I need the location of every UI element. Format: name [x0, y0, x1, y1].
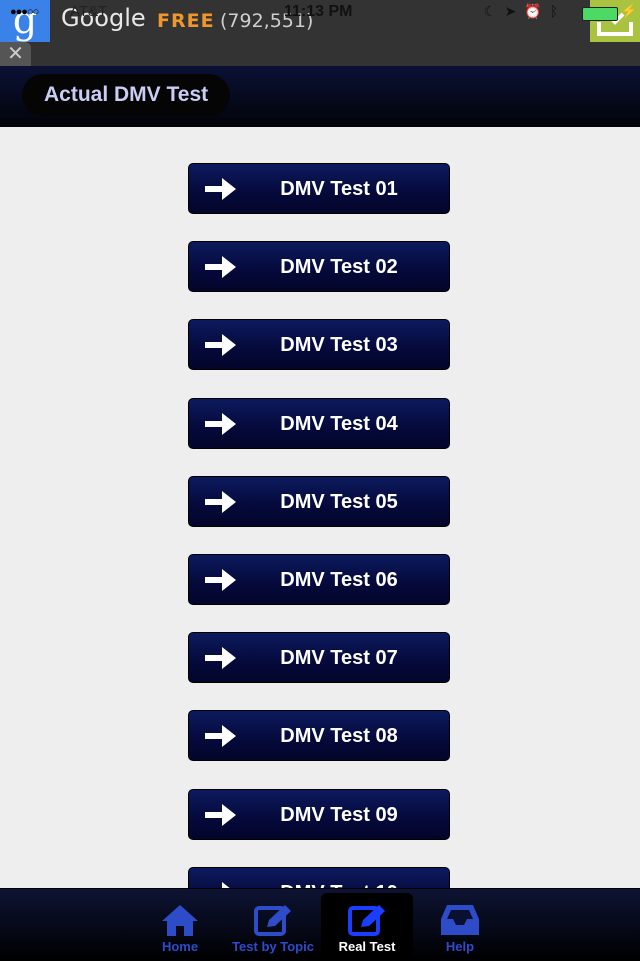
arrow-right-icon: [205, 412, 236, 435]
home-icon: [162, 905, 198, 936]
arrow-right-icon: [205, 647, 236, 670]
arrow-right-icon: [205, 256, 236, 279]
test-button-label: DMV Test 06: [280, 569, 398, 591]
test-button[interactable]: DMV Test 04: [188, 397, 450, 449]
test-button[interactable]: DMV Test 10: [188, 866, 450, 888]
status-time: 11:13 PM: [284, 3, 353, 20]
test-button-label: DMV Test 04: [280, 412, 398, 435]
test-button-label: DMV Test 08: [280, 725, 398, 748]
ad-close-button[interactable]: ✕: [0, 42, 31, 66]
arrow-right-icon: [205, 178, 236, 200]
test-button[interactable]: DMV Test 05: [188, 475, 450, 527]
location-icon: ➤: [504, 3, 525, 19]
arrow-right-icon: [222, 881, 230, 888]
test-button-label: DMV Test 07: [280, 647, 398, 670]
moon-icon: ☾: [484, 3, 505, 19]
tab-real-test[interactable]: Real Test: [321, 893, 413, 961]
inbox-icon: [441, 905, 479, 935]
alarm-icon: ⏰: [524, 3, 550, 19]
ad-banner[interactable]: g ✕ Google FREE (792,551) ●●●○○ AT&T 11:…: [0, 0, 640, 66]
test-button[interactable]: DMV Test 01: [188, 163, 450, 214]
test-button[interactable]: DMV Test 02: [188, 241, 450, 293]
carrier-name: AT&T: [70, 3, 108, 20]
bluetooth-icon: ᛒ: [549, 3, 567, 19]
charging-icon: ⚡: [621, 3, 638, 18]
test-button-label: DMV Test 05: [280, 490, 398, 513]
test-button[interactable]: DMV Test 03: [188, 319, 450, 371]
status-icons: ☾➤⏰ᛒ: [484, 3, 566, 20]
page-title: Actual DMV Test: [22, 74, 231, 116]
test-button[interactable]: DMV Test 08: [188, 710, 450, 762]
test-button-label: DMV Test 09: [280, 803, 398, 826]
arrow-right-icon: [205, 490, 236, 513]
nav-header: Actual DMV Test: [0, 66, 640, 127]
test-button-label: DMV Test 02: [280, 256, 398, 279]
arrow-right-icon: [205, 725, 236, 748]
battery-icon: [582, 7, 618, 21]
tab-test-by-topic[interactable]: Test by Topic: [227, 893, 319, 961]
test-button[interactable]: DMV Test 07: [188, 632, 450, 684]
arrow-right-icon: [205, 803, 236, 826]
tab-label: Help: [445, 939, 475, 954]
test-button[interactable]: DMV Test 09: [188, 788, 450, 840]
edit-icon: [254, 905, 291, 936]
signal-strength-icon: ●●●○○: [10, 6, 39, 18]
test-button-label: DMV Test 10: [259, 868, 419, 888]
test-button[interactable]: DMV Test 06: [188, 554, 450, 605]
ad-price: FREE: [157, 10, 215, 32]
test-list[interactable]: DMV Test 01 DMV Test 02 DMV Test 03 DMV Tes…: [0, 127, 640, 888]
tab-help[interactable]: Help: [414, 893, 506, 961]
tab-bar: Home Test by Topic Real Test Help: [0, 888, 640, 961]
test-button-label: DMV Test 01: [280, 178, 398, 200]
arrow-right-icon: [205, 334, 236, 357]
tab-home[interactable]: Home: [134, 893, 226, 961]
test-button-label: DMV Test 03: [280, 334, 398, 357]
edit-icon: [348, 905, 385, 936]
arrow-right-icon: [205, 569, 236, 591]
